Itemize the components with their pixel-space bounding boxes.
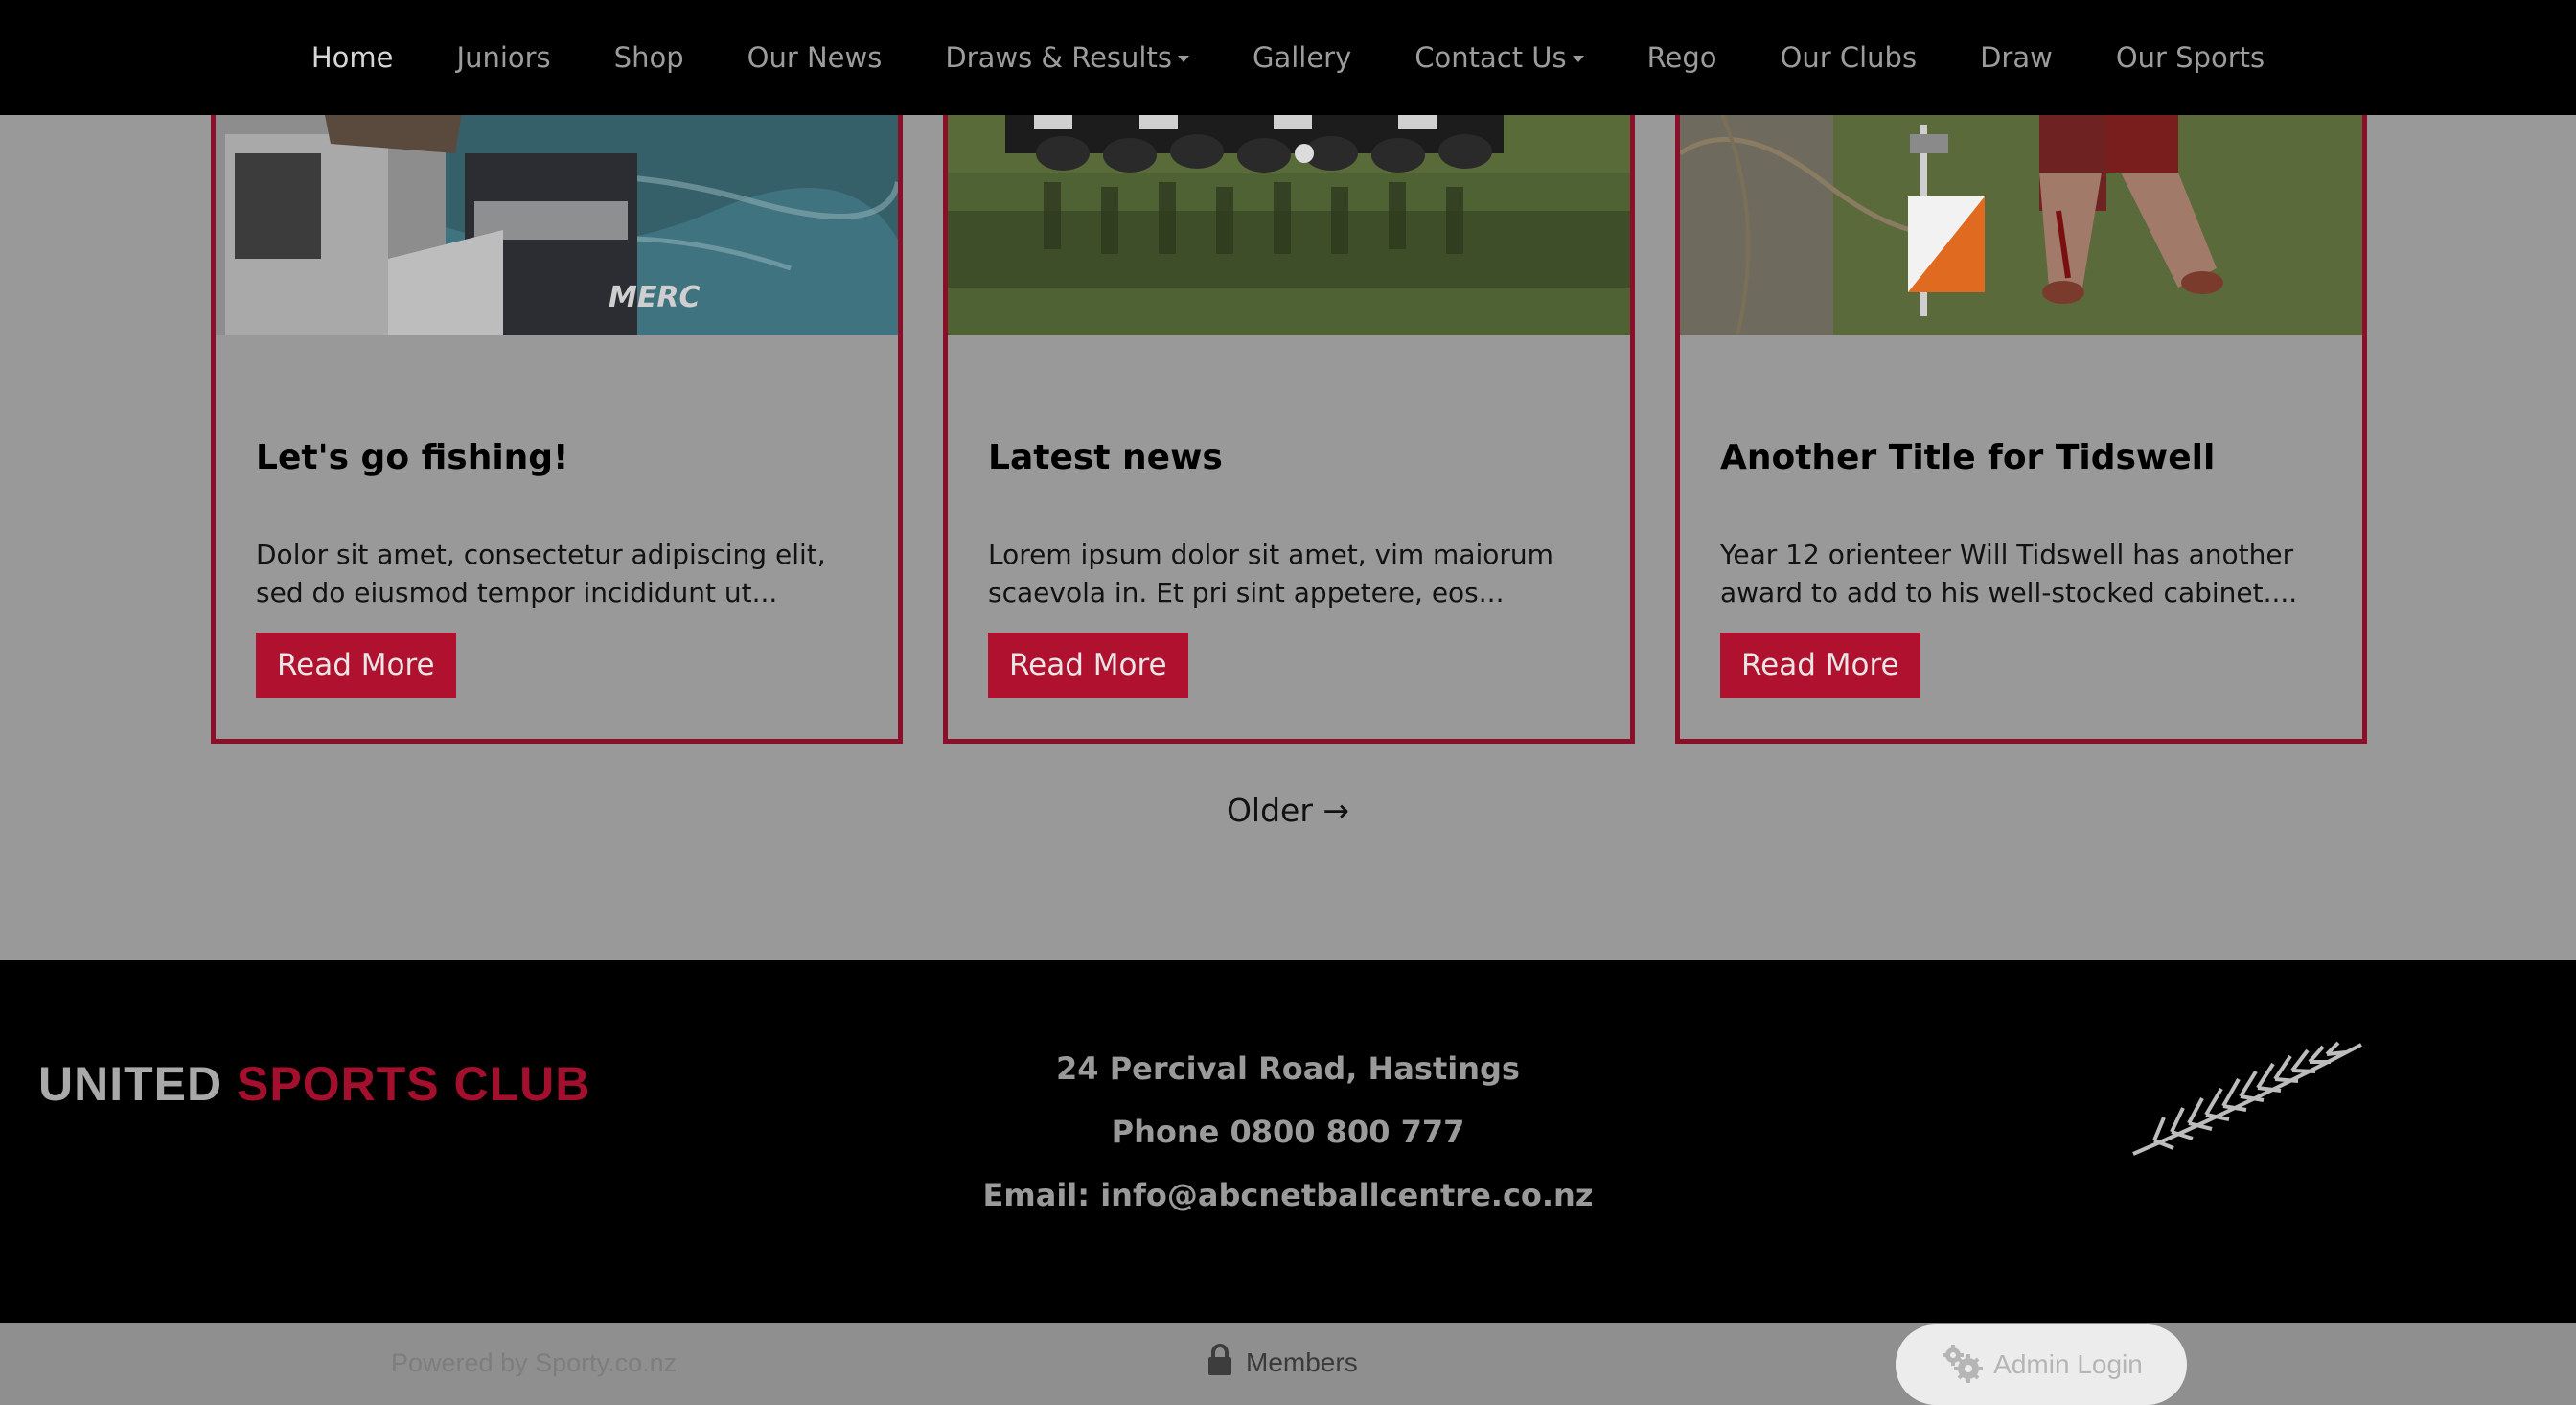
nav-item-label: Rego	[1646, 41, 1717, 74]
nav-item-home[interactable]: Home	[280, 41, 426, 74]
nav-item-our-clubs[interactable]: Our Clubs	[1749, 41, 1949, 74]
news-card-excerpt: Dolor sit amet, consectetur adipiscing e…	[256, 539, 826, 609]
news-card-image[interactable]: MERC	[216, 96, 898, 335]
news-card-excerpt: Year 12 orienteer Will Tidswell has anot…	[1720, 539, 2298, 609]
nav-item-label: Draws & Results	[945, 41, 1172, 74]
read-more-button[interactable]: Read More	[988, 633, 1188, 698]
nav-item-label: Home	[310, 41, 394, 74]
email-text: Email: info@abcnetballcentre.co.nz	[982, 1177, 1594, 1213]
lock-icon	[1208, 1344, 1232, 1381]
nav-item-rego[interactable]: Rego	[1616, 41, 1749, 74]
nav-item-gallery[interactable]: Gallery	[1221, 41, 1383, 74]
older-posts-link[interactable]: Older →	[1227, 792, 1349, 829]
news-card-latest-news: Latest news Lorem ipsum dolor sit amet, …	[943, 96, 1635, 744]
nav-item-label: Shop	[613, 41, 684, 74]
news-card-image[interactable]	[948, 96, 1630, 335]
nav-item-label: Gallery	[1252, 41, 1352, 74]
nav-item-label: Our Clubs	[1780, 41, 1918, 74]
nav-item-label: Juniors	[456, 41, 551, 74]
news-card-tidswell: Another Title for Tidswell Year 12 orien…	[1675, 96, 2367, 744]
gear-icon	[1940, 1342, 1984, 1389]
nav-item-label: Our News	[747, 41, 883, 74]
nav-item-contact-us[interactable]: Contact Us	[1383, 41, 1615, 74]
nav-item-shop[interactable]: Shop	[583, 41, 716, 74]
nav-item-label: Draw	[1980, 41, 2053, 74]
nav-item-label: Our Sports	[2115, 41, 2266, 74]
site-footer: UNITED SPORTS CLUB 24 Percival Road, Has…	[0, 960, 2576, 1323]
news-card-title[interactable]: Another Title for Tidswell	[1720, 438, 2215, 477]
members-label: Members	[1246, 1347, 1358, 1377]
nav-item-juniors[interactable]: Juniors	[426, 41, 583, 74]
read-more-button[interactable]: Read More	[1720, 633, 1920, 698]
news-card-title[interactable]: Let's go fishing!	[256, 438, 568, 477]
admin-login-label: Admin Login	[1993, 1349, 2143, 1379]
members-link[interactable]: Members	[1208, 1344, 1358, 1381]
silver-fern-icon	[2126, 1041, 2365, 1158]
nav-item-draws-results[interactable]: Draws & Results	[913, 41, 1221, 74]
chevron-down-icon	[1177, 56, 1189, 62]
nav-menu: Home Juniors Shop Our News Draws & Resul…	[0, 0, 2576, 115]
news-card-excerpt: Lorem ipsum dolor sit amet, vim maiorum …	[988, 539, 1553, 609]
nav-item-our-sports[interactable]: Our Sports	[2084, 41, 2296, 74]
news-card-fishing: MERC Let's go fishing! Dolor sit amet, c…	[211, 96, 903, 744]
nav-item-draw[interactable]: Draw	[1948, 41, 2084, 74]
admin-login-button[interactable]: Admin Login	[1896, 1324, 2187, 1405]
bottom-bar: Powered by Sporty.co.nz Members Admin Lo…	[0, 1323, 2576, 1405]
top-navigation: Home Juniors Shop Our News Draws & Resul…	[0, 0, 2576, 115]
nav-item-our-news[interactable]: Our News	[716, 41, 914, 74]
chevron-down-icon	[1572, 56, 1584, 62]
read-more-button[interactable]: Read More	[256, 633, 456, 698]
news-card-title[interactable]: Latest news	[988, 438, 1223, 477]
powered-by-link[interactable]: Powered by Sporty.co.nz	[391, 1348, 677, 1378]
pagination: Older →	[0, 792, 2576, 829]
news-card-image[interactable]	[1680, 96, 2362, 335]
nav-item-label: Contact Us	[1414, 41, 1567, 74]
svg-text:MERC: MERC	[609, 281, 700, 314]
